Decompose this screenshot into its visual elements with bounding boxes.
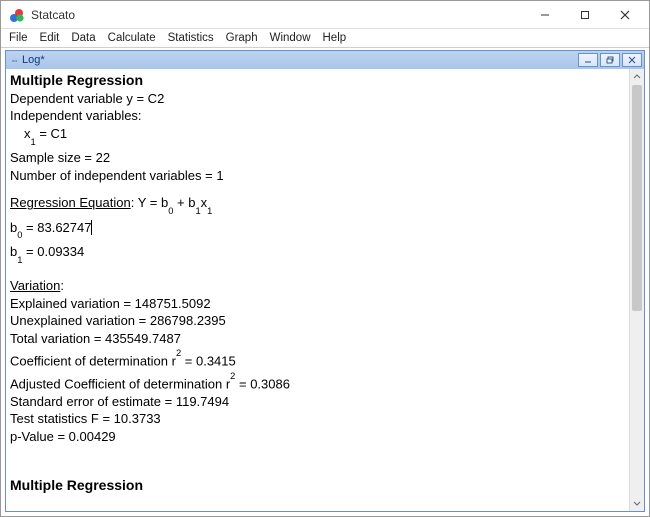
menu-file[interactable]: File <box>3 31 34 45</box>
menu-data[interactable]: Data <box>65 31 101 45</box>
eq-text-1: : Y = b <box>131 195 168 210</box>
dependent-variable-line: Dependent variable y = C2 <box>10 90 628 108</box>
regression-equation-line: Regression Equation: Y = b0 + b1x1 <box>10 194 628 214</box>
log-window-title: Log* <box>22 54 576 66</box>
scroll-thumb[interactable] <box>632 85 642 311</box>
adj-r2-line: Adjusted Coefficient of determination r2… <box>10 374 628 393</box>
x-label: x <box>24 126 31 141</box>
b0-value: = 83.62747 <box>22 220 91 235</box>
regression-equation-label: Regression Equation <box>10 195 131 210</box>
eq-b1-sub: 1 <box>195 206 200 216</box>
variation-label: Variation <box>10 278 60 293</box>
total-variation-line: Total variation = 435549.7487 <box>10 330 628 348</box>
num-indep-line: Number of independent variables = 1 <box>10 167 628 185</box>
text-cursor <box>91 220 92 234</box>
p-value-line: p-Value = 0.00429 <box>10 428 628 446</box>
log-body: Multiple Regression Dependent variable y… <box>6 69 644 511</box>
x-eq: = C1 <box>36 126 67 141</box>
scroll-track[interactable] <box>630 85 644 495</box>
minimize-button[interactable] <box>525 2 565 28</box>
b0-sub: 0 <box>17 230 22 240</box>
maximize-button[interactable] <box>565 2 605 28</box>
variation-colon: : <box>60 278 64 293</box>
menu-edit[interactable]: Edit <box>34 31 66 45</box>
mdi-close-button[interactable] <box>622 53 642 67</box>
variation-heading: Variation: <box>10 277 628 295</box>
section-heading-2: Multiple Regression <box>10 476 628 495</box>
vertical-scrollbar[interactable] <box>629 69 644 511</box>
adj-r2-sup: 2 <box>230 371 235 381</box>
eq-b0-sub: 0 <box>168 206 173 216</box>
restore-arrows-icon: ⇔ <box>10 55 19 65</box>
close-button[interactable] <box>605 2 645 28</box>
eq-text-2: + b <box>173 195 195 210</box>
b1-line: b1 = 0.09334 <box>10 243 628 263</box>
b1-value: = 0.09334 <box>22 244 84 259</box>
titlebar: Statcato <box>1 1 649 29</box>
app-title: Statcato <box>31 8 525 22</box>
mdi-minimize-button[interactable] <box>578 53 598 67</box>
eq-x-sub: 1 <box>207 206 212 216</box>
independent-variables-label: Independent variables: <box>10 107 628 125</box>
sample-size-line: Sample size = 22 <box>10 149 628 167</box>
r2-sup: 2 <box>176 348 181 358</box>
independent-variable-1: x1 = C1 <box>10 125 628 145</box>
r2-pre: Coefficient of determination r <box>10 353 176 368</box>
app-icon <box>9 7 25 23</box>
x-sub: 1 <box>31 137 36 147</box>
log-titlebar[interactable]: ⇔ Log* <box>6 51 644 69</box>
menu-help[interactable]: Help <box>317 31 353 45</box>
explained-variation-line: Explained variation = 148751.5092 <box>10 295 628 313</box>
scroll-down-button[interactable] <box>630 495 644 511</box>
log-content[interactable]: Multiple Regression Dependent variable y… <box>10 71 628 509</box>
r2-line: Coefficient of determination r2 = 0.3415 <box>10 351 628 370</box>
unexplained-variation-line: Unexplained variation = 286798.2395 <box>10 312 628 330</box>
std-err-line: Standard error of estimate = 119.7494 <box>10 393 628 411</box>
mdi-area: ⇔ Log* Multiple Regression Dependent var… <box>1 48 649 516</box>
menu-calculate[interactable]: Calculate <box>102 31 162 45</box>
f-stat-line: Test statistics F = 10.3733 <box>10 410 628 428</box>
mdi-restore-button[interactable] <box>600 53 620 67</box>
r2-val: = 0.3415 <box>181 353 236 368</box>
b0-line: b0 = 83.62747 <box>10 219 628 239</box>
menu-window[interactable]: Window <box>264 31 317 45</box>
menubar: File Edit Data Calculate Statistics Grap… <box>1 29 649 48</box>
menu-graph[interactable]: Graph <box>220 31 264 45</box>
log-window: ⇔ Log* Multiple Regression Dependent var… <box>5 50 645 512</box>
menu-statistics[interactable]: Statistics <box>162 31 220 45</box>
section-heading: Multiple Regression <box>10 71 628 90</box>
adj-r2-val: = 0.3086 <box>235 376 290 391</box>
adj-r2-pre: Adjusted Coefficient of determination r <box>10 376 230 391</box>
app-window: Statcato File Edit Data Calculate Statis… <box>0 0 650 517</box>
scroll-up-button[interactable] <box>630 69 644 85</box>
b1-sub: 1 <box>17 255 22 265</box>
